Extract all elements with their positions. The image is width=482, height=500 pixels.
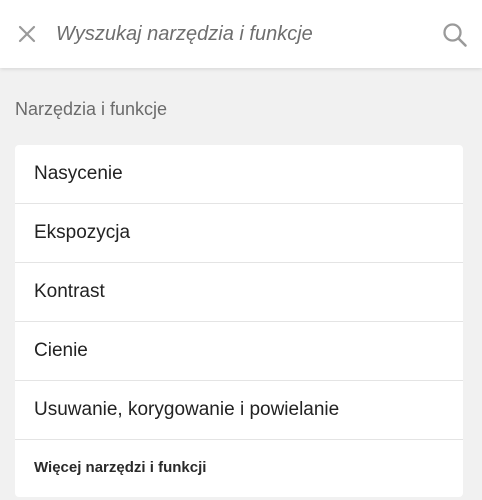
list-item-contrast[interactable]: Kontrast (15, 263, 463, 322)
section-title: Narzędzia i funkcje (15, 99, 168, 119)
list-item-remove-heal-clone[interactable]: Usuwanie, korygowanie i powielanie (15, 381, 463, 440)
list-item-saturation[interactable]: Nasycenie (15, 145, 463, 204)
search-bar (0, 0, 482, 68)
tools-list: Nasycenie Ekspozycja Kontrast Cienie Usu… (15, 145, 463, 497)
search-button[interactable] (438, 18, 472, 52)
search-input[interactable] (56, 14, 416, 54)
list-item-shadows[interactable]: Cienie (15, 322, 463, 381)
close-icon (18, 25, 36, 43)
more-tools-link[interactable]: Więcej narzędzi i funkcji (15, 440, 463, 495)
list-item-exposure[interactable]: Ekspozycja (15, 204, 463, 263)
search-icon (443, 23, 467, 47)
close-button[interactable] (10, 17, 44, 51)
